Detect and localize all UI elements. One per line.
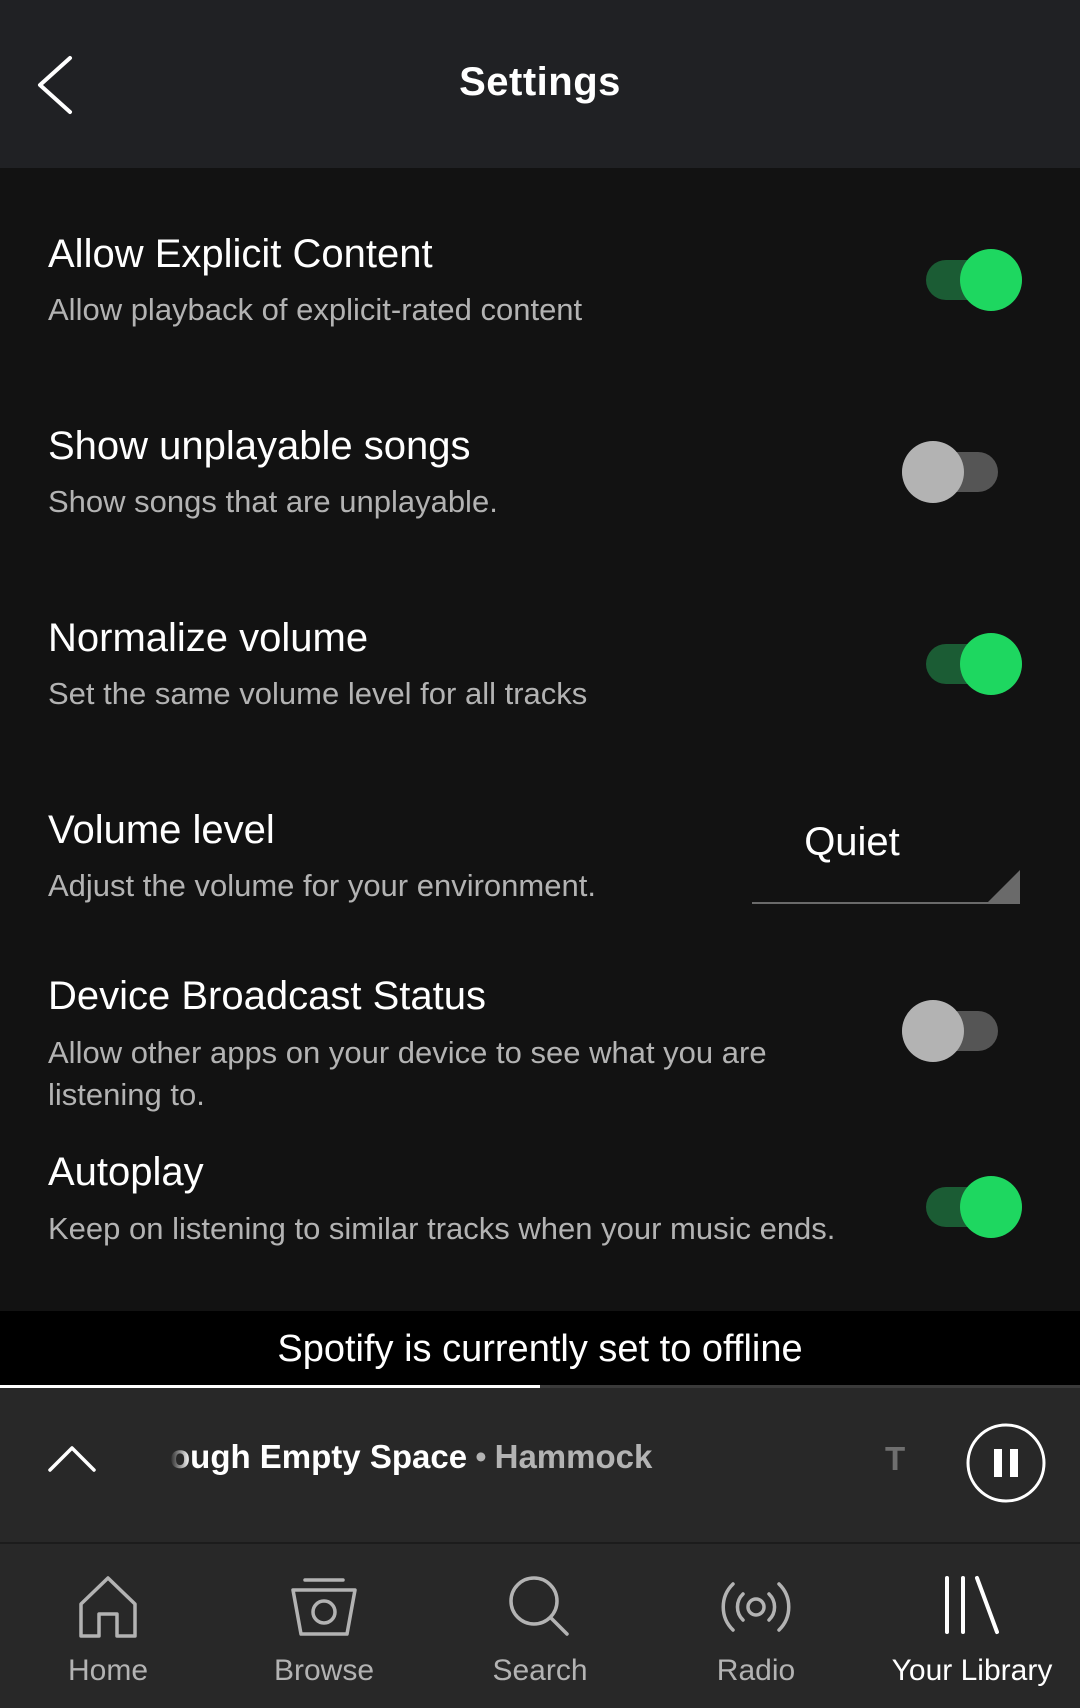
nav-item-home[interactable]: Home xyxy=(0,1544,216,1708)
setting-autoplay: Autoplay Keep on listening to similar tr… xyxy=(0,1128,1080,1311)
radio-icon xyxy=(721,1582,791,1632)
nav-label: Browse xyxy=(273,1654,375,1687)
setting-title: Volume level xyxy=(48,808,275,852)
offline-banner-text: Spotify is currently set to offline xyxy=(277,1328,803,1370)
nav-label: Radio xyxy=(716,1654,796,1687)
toggle-thumb xyxy=(960,1176,1022,1238)
setting-title: Autoplay xyxy=(48,1150,204,1194)
nav-label: Your Library xyxy=(891,1654,1053,1687)
explicit-content-toggle[interactable] xyxy=(926,241,1022,311)
dropdown-corner-icon xyxy=(986,870,1020,904)
unplayable-songs-toggle[interactable] xyxy=(902,433,998,503)
now-playing-artist: Hammock xyxy=(494,1438,653,1475)
setting-unplayable-songs: Show unplayable songs Show songs that ar… xyxy=(0,360,1080,550)
setting-device-broadcast: Device Broadcast Status Allow other apps… xyxy=(0,936,1080,1126)
volume-level-dropdown[interactable]: Quiet xyxy=(752,818,1020,904)
toggle-thumb xyxy=(902,441,964,503)
next-track-preview: T xyxy=(885,1440,906,1477)
toggle-thumb xyxy=(960,633,1022,695)
nav-label: Home xyxy=(67,1654,149,1687)
device-broadcast-toggle[interactable] xyxy=(902,992,998,1062)
pause-button[interactable] xyxy=(966,1423,1046,1503)
nav-label: Search xyxy=(492,1654,588,1687)
volume-level-value: Quiet xyxy=(804,820,900,864)
setting-subtitle: Show songs that are unplayable. xyxy=(48,484,498,519)
now-playing-title: ough Empty Space xyxy=(170,1438,468,1475)
library-icon xyxy=(945,1576,999,1634)
setting-title: Normalize volume xyxy=(48,616,369,660)
setting-subtitle: Allow other apps on your device to see w… xyxy=(48,1035,767,1112)
setting-subtitle: Adjust the volume for your environment. xyxy=(48,868,596,903)
setting-title: Show unplayable songs xyxy=(48,424,471,468)
offline-banner: Spotify is currently set to offline xyxy=(0,1311,1080,1387)
toggle-thumb xyxy=(960,249,1022,311)
nav-item-your-library[interactable]: Your Library xyxy=(864,1544,1080,1708)
setting-explicit-content: Allow Explicit Content Allow playback of… xyxy=(0,168,1080,358)
nav-item-radio[interactable]: Radio xyxy=(648,1544,864,1708)
home-icon xyxy=(79,1576,137,1638)
normalize-volume-toggle[interactable] xyxy=(926,625,1022,695)
toggle-thumb xyxy=(902,1000,964,1062)
search-icon xyxy=(509,1576,569,1636)
setting-subtitle: Allow playback of explicit-rated content xyxy=(48,292,583,327)
now-playing-bar[interactable]: ough Empty Space • Hammock T xyxy=(0,1388,1080,1542)
text-fade xyxy=(170,1438,190,1488)
nav-item-search[interactable]: Search xyxy=(432,1544,648,1708)
pause-icon xyxy=(966,1423,1046,1503)
autoplay-toggle[interactable] xyxy=(926,1168,1022,1238)
page-title: Settings xyxy=(459,60,621,104)
now-playing-track-info[interactable]: ough Empty Space • Hammock xyxy=(170,1438,700,1488)
expand-player-button[interactable] xyxy=(44,1432,100,1488)
now-playing-separator: • xyxy=(475,1438,487,1475)
setting-normalize-volume: Normalize volume Set the same volume lev… xyxy=(0,552,1080,742)
setting-subtitle: Keep on listening to similar tracks when… xyxy=(48,1211,836,1246)
setting-title: Device Broadcast Status xyxy=(48,974,486,1018)
bottom-navigation: Home Browse Search Radio Your Library xyxy=(0,1542,1080,1708)
setting-subtitle: Set the same volume level for all tracks xyxy=(48,676,588,711)
chevron-up-icon xyxy=(48,1446,96,1472)
nav-item-browse[interactable]: Browse xyxy=(216,1544,432,1708)
header-bar: Settings xyxy=(0,0,1080,168)
dropdown-underline xyxy=(752,902,1020,904)
settings-list: Allow Explicit Content Allow playback of… xyxy=(0,168,1080,1311)
setting-title: Allow Explicit Content xyxy=(48,232,433,276)
browse-icon xyxy=(291,1578,357,1636)
